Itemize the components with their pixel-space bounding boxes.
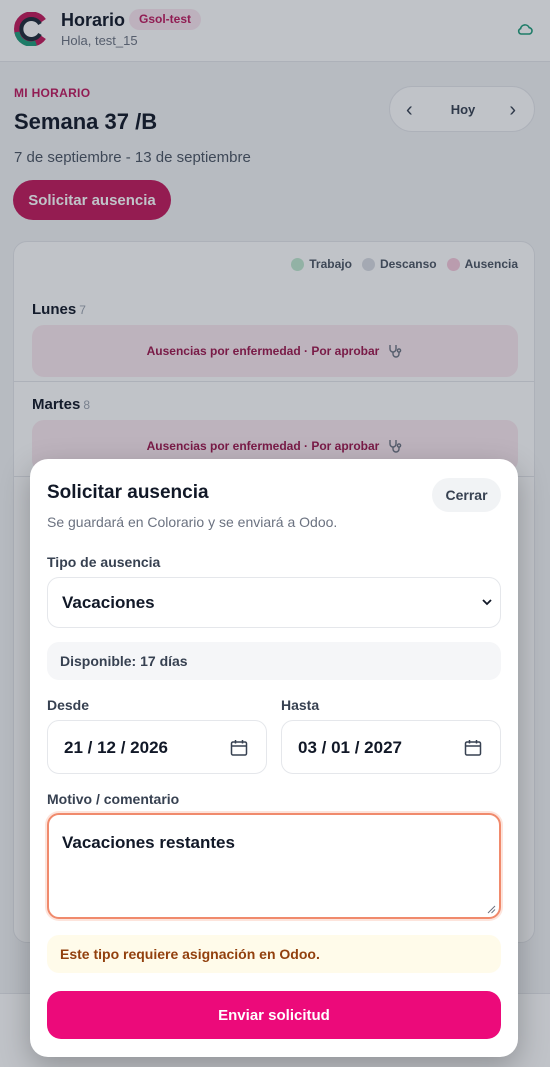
available-days-box: Disponible: 17 días (47, 642, 501, 680)
from-date-input[interactable]: 21 / 12 / 2026 (47, 720, 267, 774)
submit-request-button[interactable]: Enviar solicitud (47, 991, 501, 1039)
to-date-input[interactable]: 03 / 01 / 2027 (281, 720, 501, 774)
close-button[interactable]: Cerrar (432, 478, 501, 512)
absence-type-value: Vacaciones (62, 593, 155, 612)
calendar-icon[interactable] (464, 739, 482, 757)
to-date-value: 03 / 01 / 2027 (298, 738, 402, 757)
warning-text: Este tipo requiere asignación en Odoo. (60, 946, 320, 962)
comment-textarea[interactable]: Vacaciones restantes (47, 813, 501, 919)
available-days-text: Disponible: 17 días (60, 653, 188, 669)
absence-type-select[interactable]: Vacaciones (47, 577, 501, 628)
from-date-label: Desde (47, 697, 90, 713)
warning-banner: Este tipo requiere asignación en Odoo. (47, 935, 501, 973)
absence-type-label: Tipo de ausencia (47, 554, 161, 570)
calendar-icon[interactable] (230, 739, 248, 757)
modal-subtitle: Se guardará en Colorario y se enviará a … (47, 514, 338, 530)
modal-title: Solicitar ausencia (47, 482, 209, 503)
resize-grip-icon[interactable] (486, 904, 496, 914)
comment-value: Vacaciones restantes (62, 833, 235, 852)
request-absence-modal: Solicitar ausencia Se guardará en Colora… (30, 459, 518, 1057)
chevron-down-icon (482, 599, 492, 606)
to-date-label: Hasta (281, 697, 320, 713)
from-date-value: 21 / 12 / 2026 (64, 738, 168, 757)
comment-label: Motivo / comentario (47, 791, 180, 807)
